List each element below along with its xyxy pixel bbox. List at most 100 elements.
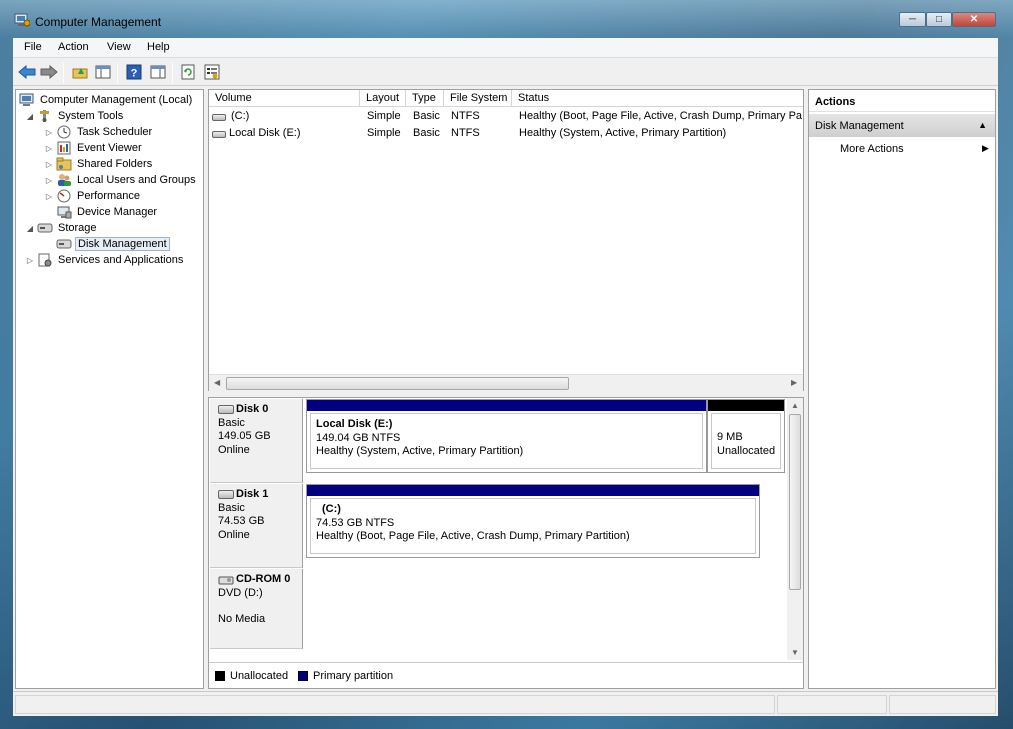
- services-icon: [37, 253, 53, 267]
- more-actions-link[interactable]: More Actions: [840, 143, 904, 155]
- tree-item-device-manager[interactable]: Device Manager: [56, 204, 159, 220]
- expand-icon[interactable]: ▷: [44, 128, 54, 137]
- column-header-file-system[interactable]: File System: [444, 90, 512, 107]
- disk-0-info[interactable]: Disk 0 Basic 149.05 GB Online: [210, 399, 303, 483]
- layout-cell: Simple: [367, 127, 401, 139]
- volume-name: Local Disk (E:): [316, 418, 393, 430]
- disk-name: Disk 0: [236, 403, 269, 415]
- legend-unallocated: Unallocated: [215, 670, 288, 682]
- volume-unallocated[interactable]: 9 MB Unallocated: [707, 399, 785, 473]
- expand-icon[interactable]: ▷: [44, 160, 54, 169]
- drive-icon: [212, 112, 228, 124]
- tree-label: Services and Applications: [58, 254, 184, 266]
- unallocated-bar: [708, 400, 784, 411]
- tree-label: Performance: [77, 190, 140, 202]
- menu-file[interactable]: File: [24, 41, 42, 53]
- column-header-type[interactable]: Type: [406, 90, 444, 107]
- unallocated-swatch: [215, 671, 225, 681]
- up-folder-icon[interactable]: [71, 63, 89, 81]
- collapse-up-icon[interactable]: ▲: [978, 120, 987, 130]
- scroll-down-icon[interactable]: ▼: [791, 648, 799, 657]
- volume-c[interactable]: (C:) 74.53 GB NTFS Healthy (Boot, Page F…: [306, 484, 760, 558]
- close-button[interactable]: ✕: [952, 12, 996, 27]
- menu-action[interactable]: Action: [58, 41, 89, 53]
- disk-type: Basic: [218, 416, 245, 429]
- collapse-icon[interactable]: ◢: [25, 224, 35, 233]
- disk-name: Disk 1: [236, 488, 269, 500]
- volume-status: Healthy (System, Active, Primary Partiti…: [316, 445, 524, 457]
- actions-title: Actions: [809, 90, 995, 112]
- tree-item-disk-management[interactable]: Disk Management: [56, 236, 170, 252]
- column-header-layout[interactable]: Layout: [360, 90, 406, 107]
- disk-1-info[interactable]: Disk 1 Basic 74.53 GB Online: [210, 484, 303, 568]
- volume-size: 9 MB: [717, 431, 743, 443]
- tree-item-storage[interactable]: ◢ Storage: [25, 220, 99, 236]
- volume-cell: (C:): [231, 110, 250, 122]
- expand-icon[interactable]: ▷: [44, 144, 54, 153]
- volume-name: (C:): [322, 503, 341, 515]
- tree-item-performance[interactable]: ▷ Performance: [44, 188, 142, 204]
- column-header-status[interactable]: Status: [512, 90, 803, 107]
- volume-status: Healthy (Boot, Page File, Active, Crash …: [316, 530, 630, 542]
- actions-section-disk-management[interactable]: Disk Management ▲: [809, 114, 995, 137]
- maximize-button[interactable]: □: [926, 12, 952, 27]
- disk-type: DVD (D:): [218, 586, 263, 599]
- scroll-thumb[interactable]: [789, 414, 801, 590]
- tree-item-task-scheduler[interactable]: ▷ Task Scheduler: [44, 124, 154, 140]
- scroll-right-icon[interactable]: ▶: [791, 378, 797, 387]
- expand-icon[interactable]: ▷: [25, 256, 35, 265]
- tree-item-root[interactable]: Computer Management (Local): [19, 92, 194, 108]
- volume-size: 149.04 GB NTFS: [316, 431, 401, 444]
- clock-icon: [56, 125, 72, 139]
- status-bar: [13, 691, 998, 716]
- submenu-arrow-icon[interactable]: ▶: [982, 143, 989, 154]
- collapse-icon[interactable]: ◢: [25, 112, 35, 121]
- menu-view[interactable]: View: [107, 41, 131, 53]
- column-header-volume[interactable]: Volume: [209, 90, 360, 107]
- minimize-button[interactable]: ─: [899, 12, 926, 27]
- drive-icon: [212, 129, 228, 141]
- device-manager-icon: [56, 205, 72, 219]
- shared-folder-icon: [56, 157, 72, 171]
- expand-icon[interactable]: ▷: [44, 176, 54, 185]
- refresh-icon[interactable]: [179, 63, 197, 81]
- status-cell: Healthy (Boot, Page File, Active, Crash …: [519, 110, 803, 122]
- disk-name: CD-ROM 0: [236, 573, 291, 585]
- scroll-up-icon[interactable]: ▲: [791, 401, 799, 410]
- disk-size: 149.05 GB: [218, 430, 271, 442]
- horizontal-scrollbar[interactable]: ◀ ▶: [209, 374, 803, 391]
- tree-item-local-users[interactable]: ▷ Local Users and Groups: [44, 172, 198, 188]
- tree-item-shared-folders[interactable]: ▷ Shared Folders: [44, 156, 154, 172]
- menu-help[interactable]: Help: [147, 41, 170, 53]
- scroll-thumb[interactable]: [226, 377, 569, 390]
- title-bar[interactable]: Computer Management ─ □ ✕: [0, 0, 1013, 38]
- tree-item-system-tools[interactable]: ◢ System Tools: [25, 108, 125, 124]
- help-icon[interactable]: ?: [125, 63, 143, 81]
- show-hide-tree-icon[interactable]: [94, 63, 112, 81]
- storage-icon: [37, 221, 53, 235]
- volume-cell: Local Disk (E:): [229, 127, 301, 139]
- tree-item-event-viewer[interactable]: ▷ Event Viewer: [44, 140, 144, 156]
- table-row[interactable]: (C:) Simple Basic NTFS Healthy (Boot, Pa…: [209, 109, 803, 126]
- expand-icon[interactable]: ▷: [44, 192, 54, 201]
- event-viewer-icon: [56, 141, 72, 155]
- show-hide-action-pane-icon[interactable]: [149, 63, 167, 81]
- disk-management-icon: [56, 237, 72, 251]
- scroll-left-icon[interactable]: ◀: [214, 378, 220, 387]
- volume-local-disk-e[interactable]: Local Disk (E:) 149.04 GB NTFS Healthy (…: [306, 399, 707, 473]
- type-cell: Basic: [413, 127, 440, 139]
- cdrom-0-info[interactable]: CD-ROM 0 DVD (D:) No Media: [210, 569, 303, 649]
- svg-text:?: ?: [131, 68, 138, 80]
- tree-item-services[interactable]: ▷ Services and Applications: [25, 252, 185, 268]
- table-row[interactable]: Local Disk (E:) Simple Basic NTFS Health…: [209, 126, 803, 143]
- properties-icon[interactable]: [203, 63, 221, 81]
- volume-list: Volume Layout Type File System Status (C…: [208, 89, 804, 391]
- tree-label: Shared Folders: [77, 158, 153, 170]
- tree-label: Disk Management: [75, 237, 170, 251]
- back-icon[interactable]: [18, 63, 36, 81]
- computer-management-window: Computer Management ─ □ ✕ File Action Vi…: [0, 0, 1013, 729]
- system-tools-icon: [37, 109, 53, 123]
- legend-primary: Primary partition: [298, 670, 393, 682]
- forward-icon[interactable]: [40, 63, 58, 81]
- vertical-scrollbar[interactable]: ▲ ▼: [787, 398, 803, 660]
